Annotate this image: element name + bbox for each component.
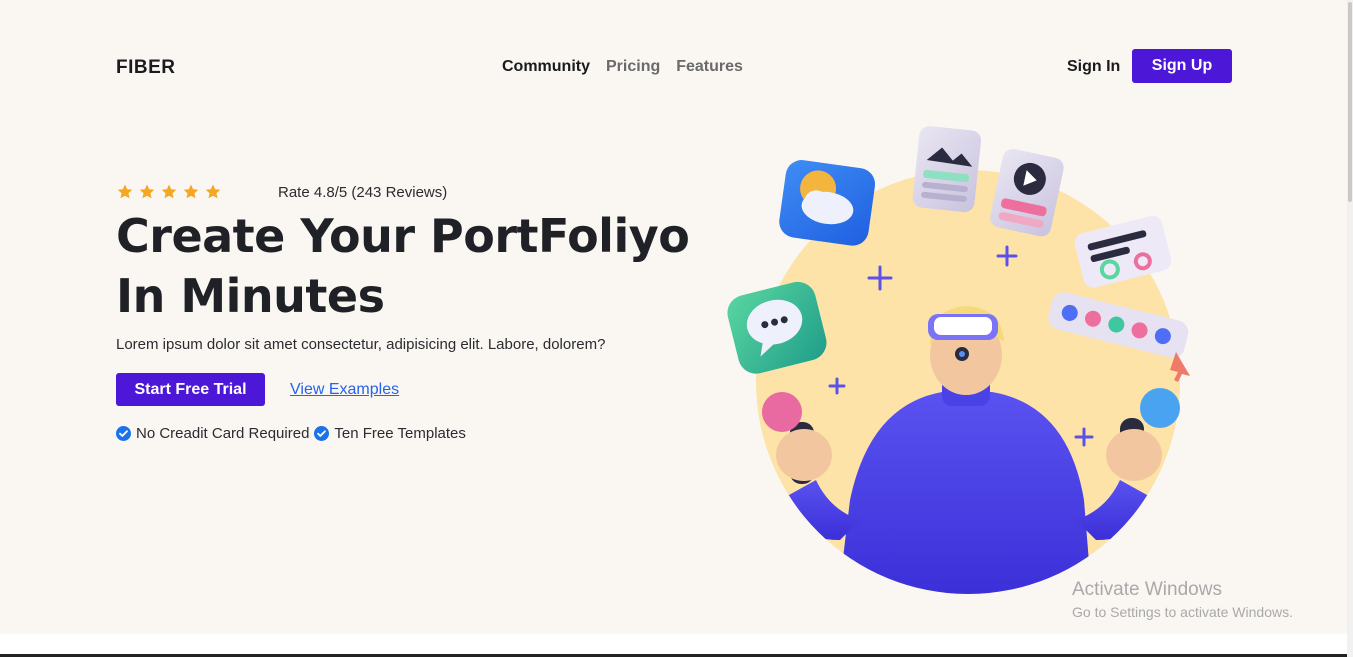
main-nav: Community Pricing Features (502, 58, 743, 76)
rating-stars (116, 183, 222, 201)
nav-pricing[interactable]: Pricing (606, 58, 660, 76)
star-icon (139, 184, 155, 199)
watermark-title: Activate Windows (1072, 579, 1222, 600)
view-examples-link[interactable]: View Examples (290, 381, 399, 399)
sign-in-link[interactable]: Sign In (1067, 58, 1120, 76)
feature-label: Ten Free Templates (334, 425, 466, 442)
rating-text: Rate 4.8/5 (243 Reviews) (278, 184, 448, 201)
image-card-icon (912, 126, 982, 213)
star-icon (205, 184, 221, 199)
hero-illustration (727, 126, 1190, 594)
star-icon (161, 184, 177, 199)
feature-label: No Creadit Card Required (136, 425, 310, 442)
page-scrollbar[interactable] (1347, 0, 1353, 657)
check-circle-icon (116, 426, 131, 441)
watermark-subtitle: Go to Settings to activate Windows. (1072, 604, 1293, 620)
hero-title: Create Your PortFoliyo In Minutes (116, 206, 716, 326)
logo[interactable]: FIBER (116, 57, 176, 79)
feature-item: No Creadit Card Required (116, 425, 309, 442)
start-free-trial-button[interactable]: Start Free Trial (116, 373, 265, 406)
star-icon (117, 184, 133, 199)
hero-title-line1: Create Your PortFoliyo (116, 209, 690, 263)
feature-item: Ten Free Templates (314, 425, 466, 442)
nav-features[interactable]: Features (676, 58, 743, 76)
hero-description: Lorem ipsum dolor sit amet consectetur, … (116, 336, 606, 353)
feature-checks: No Creadit Card Required Ten Free Templa… (116, 425, 471, 442)
weather-app-icon (779, 160, 876, 246)
check-circle-icon (314, 426, 330, 441)
star-icon (183, 184, 199, 199)
sign-up-button[interactable]: Sign Up (1132, 49, 1232, 83)
scrollbar-thumb[interactable] (1348, 2, 1352, 202)
nav-community[interactable]: Community (502, 58, 590, 76)
hero-title-line2: In Minutes (116, 269, 385, 323)
